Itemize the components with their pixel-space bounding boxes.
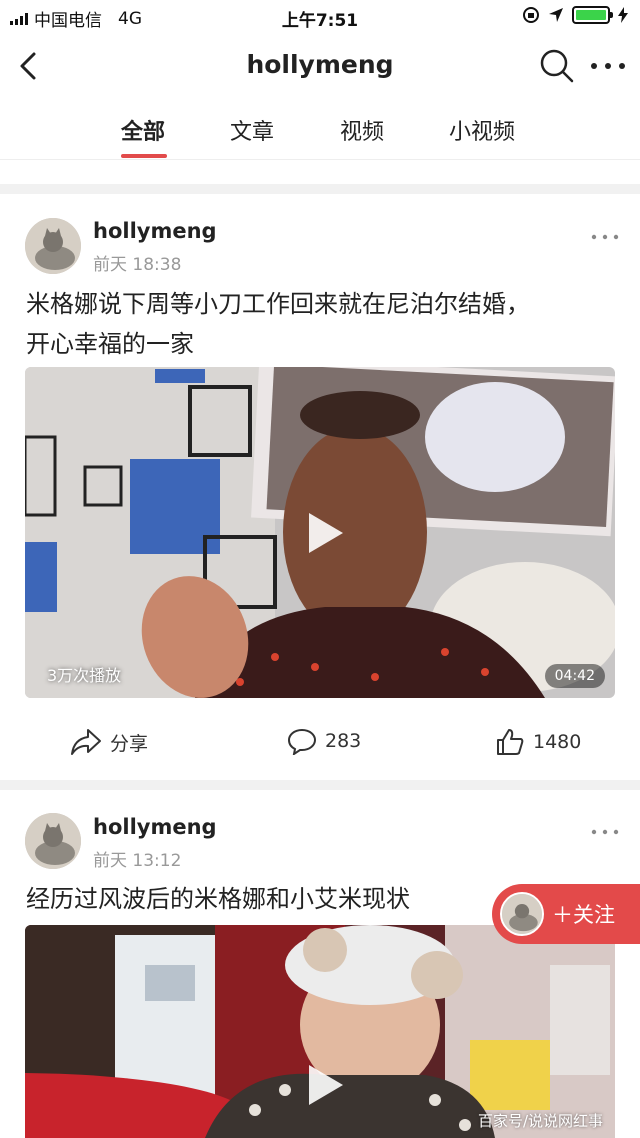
like-count: 1480 (533, 731, 582, 753)
tab-all[interactable]: 全部 (121, 114, 165, 146)
follow-button[interactable]: ＋关注 (492, 884, 640, 944)
section-divider (0, 184, 640, 194)
location-icon (549, 8, 563, 22)
video-thumbnail[interactable] (25, 925, 615, 1138)
post-more-icon[interactable] (590, 827, 620, 837)
tab-articles[interactable]: 文章 (230, 114, 274, 146)
post-title-line: 米格娜说下周等小刀工作回来就在尼泊尔结婚， (26, 290, 530, 318)
share-button[interactable]: 分享 (70, 727, 148, 757)
comment-count: 283 (325, 730, 362, 752)
charging-icon (618, 7, 628, 23)
comment-button[interactable]: 283 (287, 727, 361, 755)
post-more-icon[interactable] (590, 232, 620, 242)
status-bar: 中国电信 4G 上午7:51 (0, 0, 640, 34)
post-time: 前天 18:38 (93, 255, 182, 275)
share-icon (71, 729, 101, 755)
section-divider (0, 780, 640, 790)
post-actions: 分享 283 1480 (0, 717, 640, 767)
post-title-line: 开心幸福的一家 (26, 330, 194, 358)
video-thumbnail[interactable]: 3万次播放 04:42 (25, 367, 615, 698)
avatar[interactable] (25, 218, 81, 274)
author-name[interactable]: hollymeng (93, 219, 217, 243)
battery-icon (572, 6, 613, 24)
post-card: hollymeng 前天 18:38 米格娜说下周等小刀工作回来就在尼泊尔结婚，… (0, 194, 640, 780)
watermark: 百家号/说说网红事 (478, 1112, 604, 1130)
tab-bar: 全部 文章 视频 小视频 (0, 100, 640, 160)
video-duration: 04:42 (544, 664, 605, 688)
play-icon[interactable] (291, 1055, 351, 1115)
rotation-lock-icon (523, 7, 539, 23)
more-icon[interactable] (588, 52, 628, 80)
nav-bar: hollymeng (0, 34, 640, 98)
tab-short-videos[interactable]: 小视频 (449, 114, 515, 146)
thumbs-up-icon (497, 729, 524, 755)
post-time: 前天 13:12 (93, 851, 182, 871)
tab-videos[interactable]: 视频 (340, 114, 384, 146)
play-icon[interactable] (291, 503, 351, 563)
post-title[interactable]: 米格娜说下周等小刀工作回来就在尼泊尔结婚， 开心幸福的一家 (26, 284, 616, 364)
follow-avatar (500, 892, 544, 936)
avatar[interactable] (25, 813, 81, 869)
author-name[interactable]: hollymeng (93, 815, 217, 839)
tab-active-indicator (121, 154, 167, 158)
comment-icon (287, 728, 317, 755)
like-button[interactable]: 1480 (495, 727, 581, 757)
follow-label: ＋关注 (552, 903, 615, 927)
status-right (522, 6, 628, 24)
view-count: 3万次播放 (47, 666, 122, 685)
share-label: 分享 (110, 732, 149, 755)
search-icon[interactable] (537, 46, 577, 86)
post-card: hollymeng 前天 13:12 经历过风波后的米格娜和小艾米现状 (0, 790, 640, 1138)
